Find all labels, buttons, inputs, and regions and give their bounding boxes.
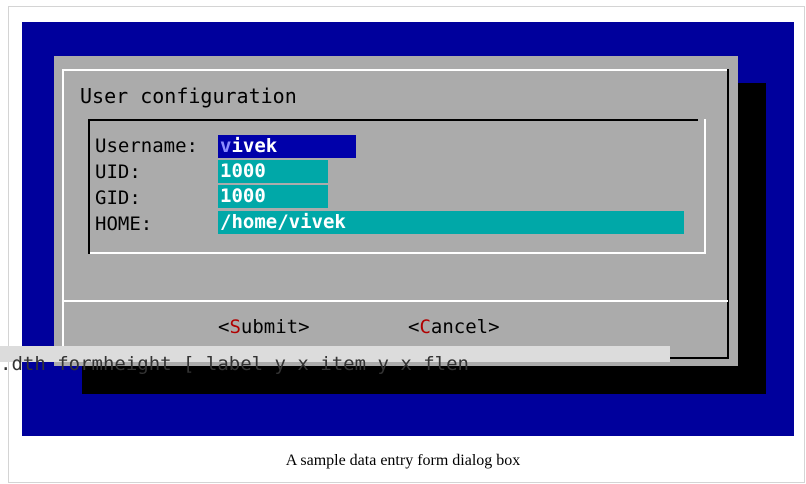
submit-hotkey: S — [229, 316, 241, 338]
cancel-button[interactable]: <Cancel> — [408, 316, 500, 338]
form-border-top — [88, 119, 698, 121]
dialog-border-left — [62, 69, 64, 357]
form-border-right — [704, 119, 706, 253]
cancel-label: ancel — [430, 316, 489, 338]
dialog-title: User configuration — [80, 84, 297, 108]
input-cursor: v — [220, 135, 232, 157]
gid-input[interactable]: 1000 — [218, 185, 328, 208]
home-input[interactable]: /home/vivek — [218, 211, 684, 234]
figure-caption: A sample data entry form dialog box — [285, 452, 521, 469]
dialog-border-top — [62, 69, 728, 71]
gid-label: GID: — [95, 187, 141, 209]
cancel-close-bracket: > — [488, 316, 500, 338]
uid-label: UID: — [95, 161, 141, 183]
submit-label: ubmit — [240, 316, 299, 338]
form-border-bottom — [90, 252, 706, 254]
username-value: ivek — [231, 135, 278, 157]
button-separator — [62, 300, 728, 302]
username-label: Username: — [95, 135, 198, 157]
uid-input[interactable]: 1000 — [218, 160, 328, 183]
cancel-hotkey: C — [419, 316, 431, 338]
home-label: HOME: — [95, 213, 153, 235]
dialog-border-right — [727, 69, 729, 359]
command-line-text: .dth formheight [ label y x item y x fle… — [0, 353, 469, 375]
username-input[interactable]: vivek — [218, 135, 356, 158]
submit-button[interactable]: <Submit> — [218, 316, 310, 338]
cancel-open-bracket: < — [408, 316, 420, 338]
submit-close-bracket: > — [298, 316, 310, 338]
submit-open-bracket: < — [218, 316, 230, 338]
form-border-left — [88, 119, 90, 254]
